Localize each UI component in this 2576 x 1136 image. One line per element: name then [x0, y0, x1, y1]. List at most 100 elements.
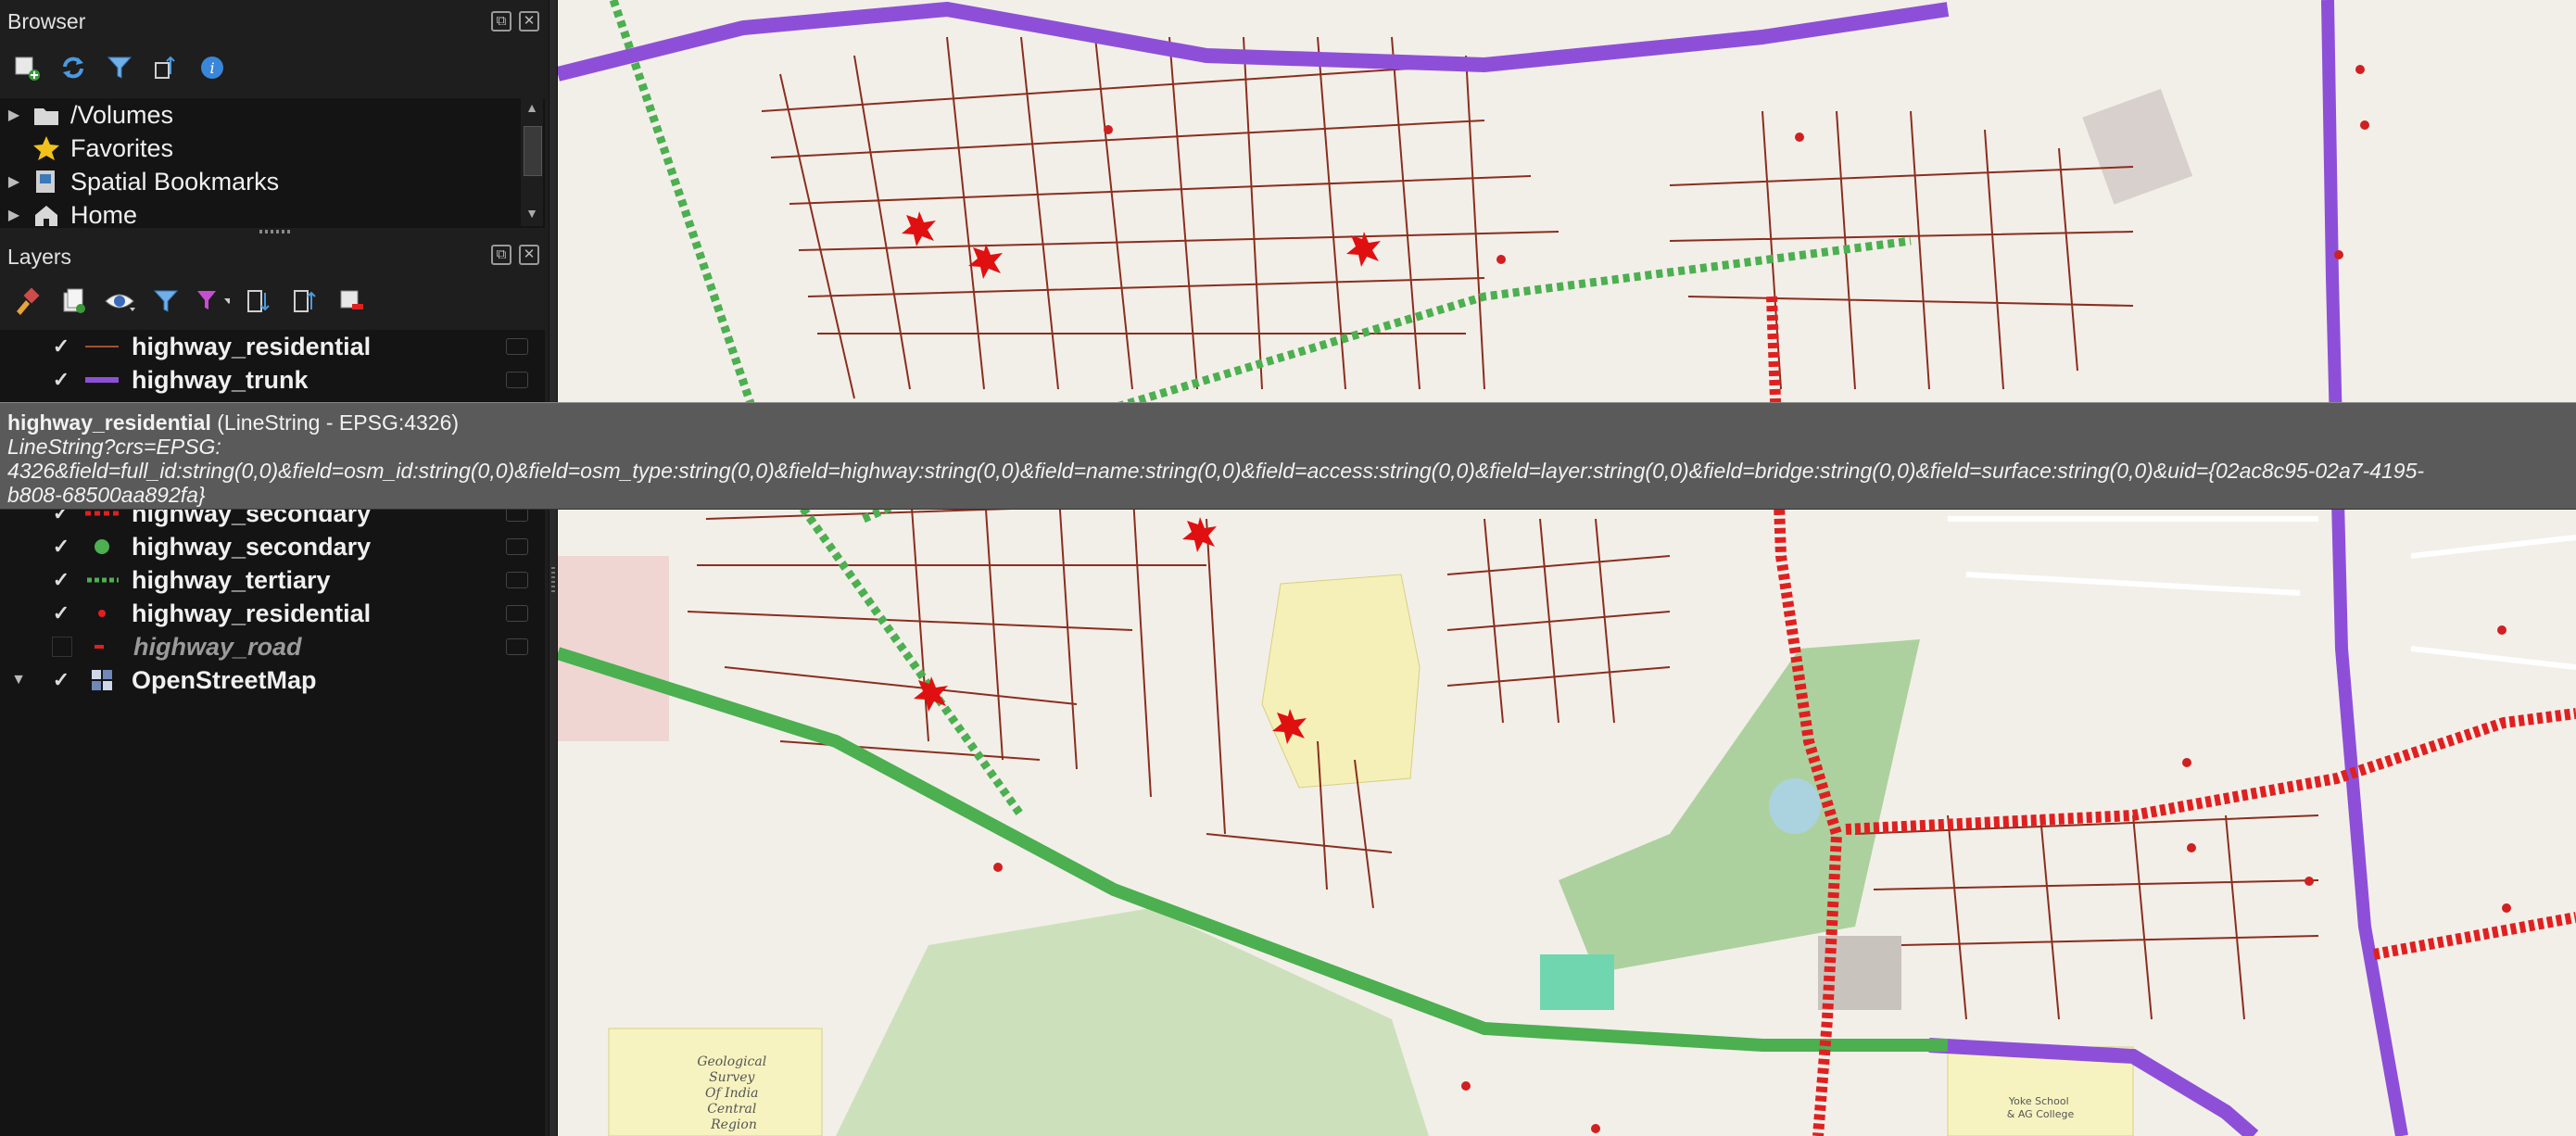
layer-name: OpenStreetMap — [132, 665, 317, 694]
browser-item-spatial-bookmarks[interactable]: ▶ Spatial Bookmarks — [0, 165, 279, 198]
filter-icon[interactable] — [102, 50, 137, 85]
layer-indicator — [506, 605, 528, 622]
layer-highway-residential[interactable]: ✓ highway_residential — [0, 330, 545, 363]
secondary-road — [2372, 912, 2576, 960]
layer-visibility-checkbox[interactable]: ✓ — [52, 670, 70, 690]
style-manager-icon[interactable] — [9, 284, 44, 319]
filter-expression-icon[interactable] — [195, 284, 230, 319]
collapse-arrow-icon[interactable]: ▼ — [0, 672, 37, 688]
add-group-icon[interactable] — [56, 284, 91, 319]
scroll-thumb[interactable] — [524, 126, 542, 176]
star-icon — [28, 132, 65, 165]
browser-scrollbar[interactable]: ▲ ▼ — [521, 98, 543, 226]
browser-item-favorites[interactable]: Favorites — [0, 132, 173, 165]
browser-item-label: Spatial Bookmarks — [70, 167, 280, 196]
layer-visibility-checkbox[interactable]: ✓ — [52, 603, 70, 624]
layers-panel-buttons: ⧉ ✕ — [491, 245, 539, 265]
float-panel-icon[interactable]: ⧉ — [491, 11, 511, 32]
layer-visibility-checkbox[interactable]: ✓ — [52, 370, 70, 390]
expand-arrow-icon[interactable]: ▶ — [0, 106, 28, 124]
browser-item-home[interactable]: ▶ Home — [0, 198, 137, 232]
tooltip-layer-type: (LineString - EPSG:4326) — [217, 410, 460, 435]
collapse-all-icon[interactable] — [287, 284, 322, 319]
layer-name: highway_road — [133, 632, 302, 661]
expand-arrow-icon[interactable]: ▶ — [0, 172, 28, 191]
browser-panel-buttons: ⧉ ✕ — [491, 11, 539, 32]
water-area — [1540, 954, 1614, 1010]
layer-indicator — [506, 372, 528, 388]
forest-area — [836, 908, 1429, 1136]
map-canvas[interactable]: Geological Survey Of India Central Regio… — [558, 0, 2576, 1136]
refresh-icon[interactable] — [56, 50, 91, 85]
browser-panel-title: Browser — [7, 9, 86, 33]
layer-name: highway_residential — [132, 332, 372, 360]
browser-item-label: Favorites — [70, 133, 174, 162]
layer-highway-trunk[interactable]: ✓ highway_trunk — [0, 363, 545, 397]
layer-highway-road[interactable]: highway_road — [0, 630, 545, 663]
line-symbol-icon — [83, 371, 120, 389]
layer-indicator — [506, 538, 528, 555]
dotted-line-symbol-icon — [83, 571, 120, 589]
layer-tooltip: highway_residential (LineString - EPSG:4… — [0, 402, 2576, 510]
park-area — [1559, 639, 1920, 973]
browser-tree: ▶ /Volumes Favorites ▶ Spatial Bookmarks… — [0, 98, 545, 229]
dock-splitter[interactable] — [549, 0, 558, 1136]
layer-indicator — [506, 638, 528, 655]
browser-item-label: Home — [70, 200, 138, 229]
layer-visibility-checkbox[interactable]: ✓ — [52, 570, 70, 590]
layer-indicator — [506, 338, 528, 355]
layer-name: highway_tertiary — [132, 565, 331, 594]
layers-toolbar — [9, 284, 369, 319]
layer-highway-tertiary[interactable]: ✓ highway_tertiary — [0, 563, 545, 597]
pond-area — [1769, 778, 1821, 834]
visibility-eye-icon[interactable] — [102, 284, 137, 319]
layers-panel-title: Layers — [7, 245, 72, 269]
trunk-road — [558, 1, 1950, 82]
point-symbol-icon — [83, 604, 120, 623]
collapse-icon[interactable] — [148, 50, 183, 85]
browser-item-volumes[interactable]: ▶ /Volumes — [0, 98, 173, 132]
layer-name: highway_secondary — [132, 532, 372, 561]
layer-highway-residential-points[interactable]: ✓ highway_residential — [0, 597, 545, 630]
panel-splitter-handle[interactable] — [259, 230, 293, 234]
trunk-road — [2321, 0, 2408, 1136]
building-area — [2082, 88, 2193, 205]
layer-visibility-checkbox[interactable]: ✓ — [52, 336, 70, 357]
bookmark-icon — [28, 165, 65, 198]
browser-toolbar: i — [9, 50, 230, 85]
left-dock: Browser ⧉ ✕ i ▶ /Volumes Favorites ▶ Spa… — [0, 0, 549, 1136]
secondary-road — [1845, 708, 2576, 835]
layer-name: highway_residential — [132, 599, 372, 627]
tooltip-source: LineString?crs=EPSG: 4326&field=full_id:… — [7, 435, 2425, 507]
folder-icon — [28, 98, 65, 132]
layer-visibility-checkbox[interactable] — [52, 637, 72, 657]
raster-layer-icon — [83, 670, 120, 690]
float-panel-icon[interactable]: ⧉ — [491, 245, 511, 265]
dash-symbol-icon — [85, 637, 122, 656]
scroll-up-icon[interactable]: ▲ — [521, 100, 543, 115]
layer-name: highway_trunk — [132, 365, 309, 394]
info-icon[interactable]: i — [195, 50, 230, 85]
line-symbol-icon — [83, 337, 120, 356]
home-icon — [28, 198, 65, 232]
expand-arrow-icon[interactable]: ▶ — [0, 206, 28, 224]
expand-all-icon[interactable] — [241, 284, 276, 319]
remove-layer-icon[interactable] — [334, 284, 369, 319]
browser-item-label: /Volumes — [70, 100, 174, 129]
tooltip-layer-name: highway_residential — [7, 410, 211, 435]
tooltip-header: highway_residential (LineString - EPSG:4… — [7, 410, 2569, 435]
map-area — [558, 556, 669, 741]
layer-highway-secondary-points[interactable]: ✓ highway_secondary — [0, 530, 545, 563]
svg-text:i: i — [209, 59, 214, 77]
residential-roads — [687, 36, 2319, 1020]
point-symbol-icon — [83, 537, 120, 556]
close-panel-icon[interactable]: ✕ — [519, 245, 539, 265]
campus-area — [1261, 574, 1421, 789]
layer-indicator — [506, 572, 528, 588]
add-layer-icon[interactable] — [9, 50, 44, 85]
layer-openstreetmap[interactable]: ▼ ✓ OpenStreetMap — [0, 663, 545, 697]
scroll-down-icon[interactable]: ▼ — [521, 206, 543, 221]
layer-visibility-checkbox[interactable]: ✓ — [52, 536, 70, 557]
close-panel-icon[interactable]: ✕ — [519, 11, 539, 32]
filter-legend-icon[interactable] — [148, 284, 183, 319]
